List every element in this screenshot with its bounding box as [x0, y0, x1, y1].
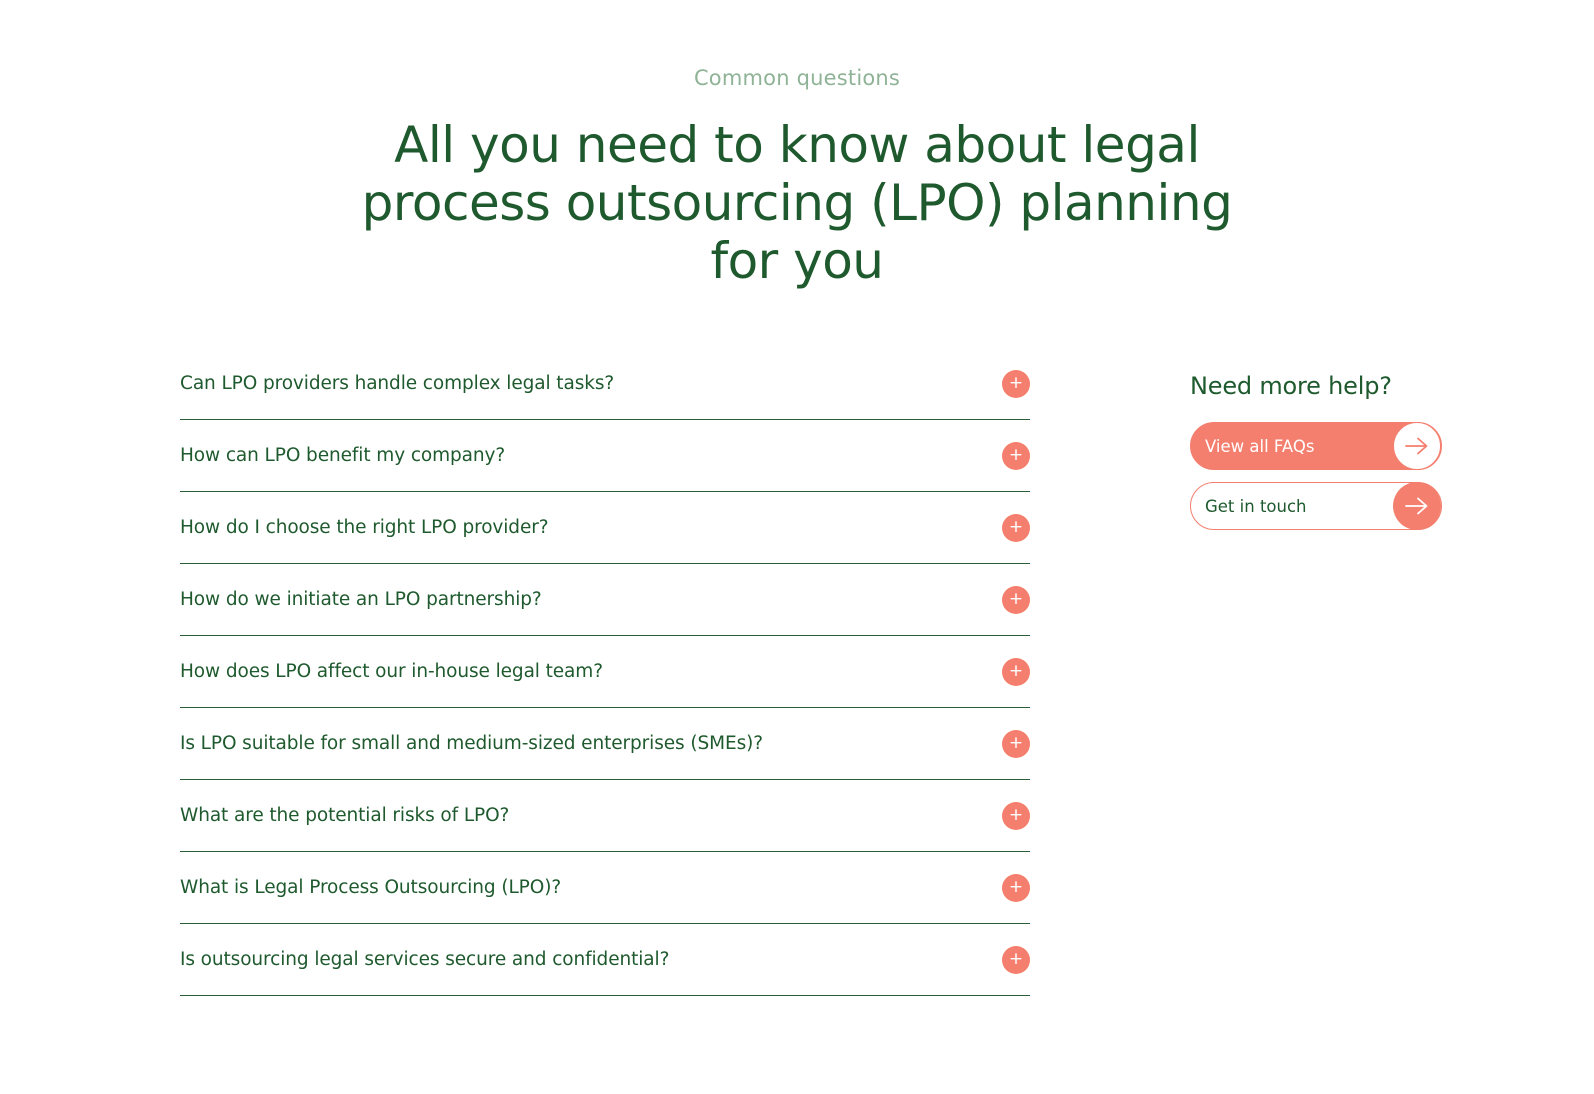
- plus-icon[interactable]: +: [1002, 873, 1030, 902]
- faq-item[interactable]: How do I choose the right LPO provider? …: [180, 492, 1030, 564]
- faq-item[interactable]: How does LPO affect our in-house legal t…: [180, 636, 1030, 708]
- faq-item[interactable]: Is LPO suitable for small and medium-siz…: [180, 708, 1030, 780]
- faq-question: What are the potential risks of LPO?: [180, 805, 510, 826]
- get-in-touch-button[interactable]: Get in touch: [1190, 481, 1442, 530]
- get-in-touch-label: Get in touch: [1205, 496, 1307, 516]
- faq-question: How can LPO benefit my company?: [180, 445, 506, 466]
- faq-list: Can LPO providers handle complex legal t…: [180, 348, 1030, 996]
- faq-item[interactable]: Is outsourcing legal services secure and…: [180, 924, 1030, 996]
- view-all-faqs-label: View all FAQs: [1205, 436, 1315, 456]
- plus-icon[interactable]: +: [1002, 657, 1030, 686]
- plus-icon[interactable]: +: [1002, 585, 1030, 614]
- plus-icon[interactable]: +: [1002, 945, 1030, 974]
- plus-icon[interactable]: +: [1002, 513, 1030, 542]
- faq-item[interactable]: What are the potential risks of LPO? +: [180, 780, 1030, 852]
- faq-question: What is Legal Process Outsourcing (LPO)?: [180, 877, 562, 898]
- eyebrow: Common questions: [693, 66, 901, 90]
- faq-item[interactable]: How can LPO benefit my company? +: [180, 420, 1030, 492]
- arrow-right-icon: [1393, 421, 1441, 470]
- plus-icon[interactable]: +: [1002, 801, 1030, 830]
- faq-question: How does LPO affect our in-house legal t…: [180, 661, 603, 682]
- faq-question: How do I choose the right LPO provider?: [180, 517, 549, 538]
- view-all-faqs-button[interactable]: View all FAQs: [1190, 421, 1442, 470]
- faq-item[interactable]: Can LPO providers handle complex legal t…: [180, 348, 1030, 420]
- faq-question: Is outsourcing legal services secure and…: [180, 949, 670, 970]
- arrow-right-icon: [1393, 481, 1441, 530]
- plus-icon[interactable]: +: [1002, 369, 1030, 398]
- faq-question: Is LPO suitable for small and medium-siz…: [180, 733, 763, 754]
- page-title: All you need to know about legal process…: [361, 116, 1233, 290]
- faq-question: Can LPO providers handle complex legal t…: [180, 373, 615, 394]
- help-panel: Need more help? View all FAQs Get in tou…: [1190, 372, 1446, 542]
- plus-icon[interactable]: +: [1002, 441, 1030, 470]
- faq-question: How do we initiate an LPO partnership?: [180, 589, 542, 610]
- faq-item[interactable]: How do we initiate an LPO partnership? +: [180, 564, 1030, 636]
- plus-icon[interactable]: +: [1002, 729, 1030, 758]
- help-title: Need more help?: [1190, 372, 1392, 400]
- faq-item[interactable]: What is Legal Process Outsourcing (LPO)?…: [180, 852, 1030, 924]
